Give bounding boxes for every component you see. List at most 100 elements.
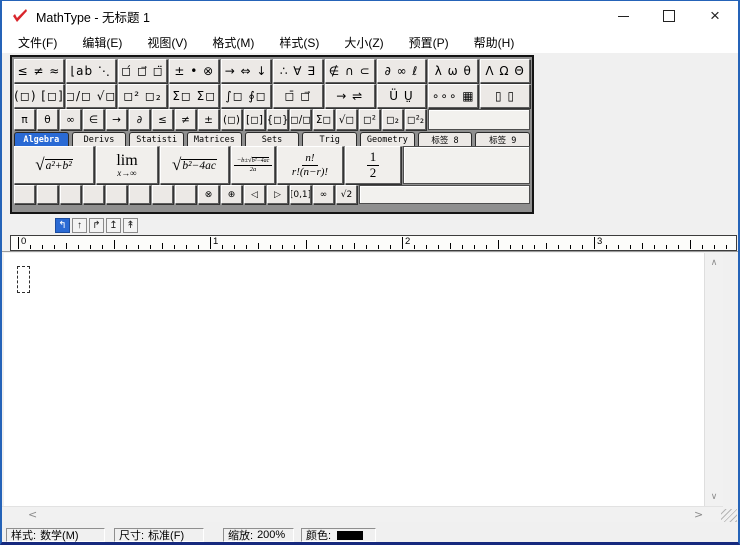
small-symbol-button[interactable]: ∂ — [129, 109, 150, 130]
small-symbol-button[interactable]: {◻} — [267, 109, 288, 130]
slot-button[interactable] — [14, 185, 35, 204]
symbol-palette-button[interactable]: ∉ ∩ ⊂ — [325, 59, 375, 83]
template-palette-button[interactable]: ◻̄ ◻⃗ — [273, 84, 323, 108]
menu-item[interactable]: 预置(P) — [401, 32, 457, 53]
symbol-palette-button[interactable]: ⌊ab ⋱ — [66, 59, 116, 83]
title-bar: MathType - 无标题 1 × — [2, 1, 738, 31]
close-button[interactable]: × — [692, 1, 738, 31]
symbol-palette-button[interactable]: Λ Ω Θ — [480, 59, 530, 83]
status-size[interactable]: 尺寸: 标准(F) — [114, 528, 204, 542]
menu-item[interactable]: 大小(Z) — [336, 32, 391, 53]
small-symbol-button[interactable]: ◻₂ — [382, 109, 403, 130]
alignment-button[interactable]: ↰ — [55, 218, 70, 233]
template-sqrt-a2-b2[interactable]: √a²+b² — [14, 146, 94, 184]
category-tab[interactable]: 标签 8 — [418, 132, 473, 146]
menu-item[interactable]: 视图(V) — [139, 32, 195, 53]
small-symbol-button[interactable]: ∈ — [83, 109, 104, 130]
category-tab[interactable]: Trig — [302, 132, 357, 146]
category-tab[interactable]: Derivs — [72, 132, 127, 146]
small-symbol-button[interactable]: → — [106, 109, 127, 130]
small-symbol-button[interactable]: ◻² — [359, 109, 380, 130]
menu-item[interactable]: 文件(F) — [10, 32, 65, 53]
small-symbol-button[interactable]: π — [14, 109, 35, 130]
vertical-scrollbar[interactable]: ∧ ∨ — [704, 253, 723, 507]
slot-button[interactable]: [0,1] — [290, 185, 311, 204]
scroll-up-icon[interactable]: ∧ — [705, 258, 723, 268]
equation-canvas[interactable] — [4, 253, 704, 507]
template-palette-button[interactable]: ◻² ◻₂ — [118, 84, 168, 108]
slot-button[interactable] — [37, 185, 58, 204]
minimize-button[interactable] — [600, 1, 646, 31]
template-palette-button[interactable]: ◻/◻ √◻ — [66, 84, 116, 108]
small-symbol-button[interactable]: [◻] — [244, 109, 265, 130]
alignment-button[interactable]: ↟ — [123, 218, 138, 233]
slot-button[interactable]: ◁ — [244, 185, 265, 204]
template-one-half[interactable]: 1 2 — [345, 146, 401, 184]
scroll-left-icon[interactable]: < — [28, 508, 37, 521]
category-tab[interactable]: Algebra — [14, 132, 69, 146]
small-symbol-button[interactable]: ◻/◻ — [290, 109, 311, 130]
slot-button[interactable] — [60, 185, 81, 204]
template-palette-button[interactable]: Σ◻ Σ◻ — [169, 84, 219, 108]
symbol-palette-button[interactable]: λ ω θ — [428, 59, 478, 83]
category-tab[interactable]: Statisti — [129, 132, 184, 146]
menu-item[interactable]: 帮助(H) — [466, 32, 523, 53]
menu-item[interactable]: 格式(M) — [204, 32, 262, 53]
menu-item[interactable]: 编辑(E) — [74, 32, 130, 53]
scroll-down-icon[interactable]: ∨ — [705, 492, 723, 502]
small-symbol-button[interactable]: ◻²₂ — [405, 109, 426, 130]
symbol-palette-button[interactable]: ± • ⊗ — [169, 59, 219, 83]
category-tab[interactable]: Sets — [245, 132, 300, 146]
symbol-palette-button[interactable]: → ⇔ ↓ — [221, 59, 271, 83]
slot-button[interactable] — [129, 185, 150, 204]
slot-button[interactable] — [83, 185, 104, 204]
small-symbol-button[interactable]: Σ◻ — [313, 109, 334, 130]
symbol-palette-button[interactable]: ◻́ ◻⃗ ◻̈ — [118, 59, 168, 83]
status-color[interactable]: 颜色: — [301, 528, 376, 542]
status-zoom[interactable]: 缩放: 200% — [223, 528, 294, 542]
template-palette-button[interactable]: ▯ ▯ — [480, 84, 530, 108]
template-palette-button[interactable]: Ü Ṳ — [377, 84, 427, 108]
alignment-button[interactable]: ↥ — [106, 218, 121, 233]
template-combination[interactable]: n! r!(n−r)! — [277, 146, 343, 184]
small-symbol-button[interactable]: θ — [37, 109, 58, 130]
slot-button[interactable]: ⊗ — [198, 185, 219, 204]
slot-button[interactable] — [152, 185, 173, 204]
slot-button[interactable]: √2 — [336, 185, 357, 204]
alignment-button[interactable]: ↑ — [72, 218, 87, 233]
ruler[interactable]: 0123 — [10, 235, 737, 251]
symbol-palette-button[interactable]: ∴ ∀ ∃ — [273, 59, 323, 83]
template-sqrt-discriminant[interactable]: √b²−4ac — [160, 146, 229, 184]
template-palette-button[interactable]: ∫◻ ∮◻ — [221, 84, 271, 108]
menu-item[interactable]: 样式(S) — [271, 32, 327, 53]
category-tab[interactable]: 标签 9 — [475, 132, 530, 146]
slot-button[interactable] — [106, 185, 127, 204]
small-symbol-button[interactable]: ∞ — [60, 109, 81, 130]
category-tab[interactable]: Geometry — [360, 132, 415, 146]
status-style[interactable]: 样式: 数学(M) — [6, 528, 105, 542]
horizontal-scrollbar[interactable]: < > — [2, 506, 723, 522]
slot-button[interactable]: ⊕ — [221, 185, 242, 204]
template-limit[interactable]: lim x→∞ — [96, 146, 158, 184]
small-symbol-button[interactable]: ≠ — [175, 109, 196, 130]
template-palette-button[interactable]: → ⇌ — [325, 84, 375, 108]
color-swatch — [337, 531, 363, 540]
symbol-palette-button[interactable]: ∂ ∞ ℓ — [377, 59, 427, 83]
symbol-palette-button[interactable]: ≤ ≠ ≈ — [14, 59, 64, 83]
maximize-button[interactable] — [646, 1, 692, 31]
template-palette-button[interactable]: ∘∘∘ ▦ — [428, 84, 478, 108]
small-symbol-button[interactable]: √◻ — [336, 109, 357, 130]
small-symbol-button[interactable]: ± — [198, 109, 219, 130]
empty-equation-slot[interactable] — [17, 266, 30, 293]
template-quadratic-formula[interactable]: −b±√b²−4ac 2a — [231, 146, 275, 184]
template-palette-button[interactable]: (◻) [◻] — [14, 84, 64, 108]
slot-button[interactable]: ▷ — [267, 185, 288, 204]
scroll-right-icon[interactable]: > — [694, 508, 703, 521]
small-symbol-button[interactable]: ≤ — [152, 109, 173, 130]
toolbar-zone: ≤ ≠ ≈⌊ab ⋱◻́ ◻⃗ ◻̈± • ⊗→ ⇔ ↓∴ ∀ ∃∉ ∩ ⊂∂ … — [2, 53, 738, 216]
slot-button[interactable] — [175, 185, 196, 204]
alignment-button[interactable]: ↱ — [89, 218, 104, 233]
category-tab[interactable]: Matrices — [187, 132, 242, 146]
slot-button[interactable]: ∞ — [313, 185, 334, 204]
small-symbol-button[interactable]: (◻) — [221, 109, 242, 130]
